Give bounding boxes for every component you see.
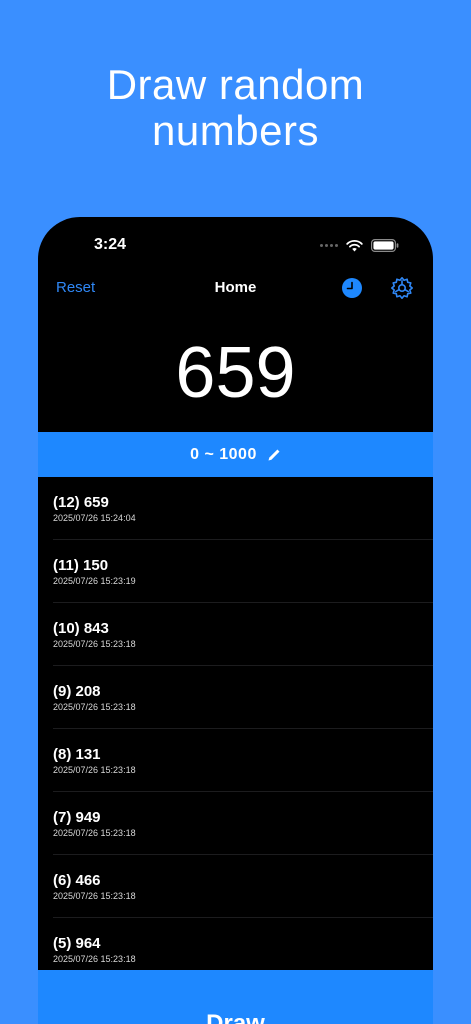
history-item-timestamp: 2025/07/26 15:23:18 [53, 765, 136, 775]
list-item[interactable]: (9) 208 2025/07/26 15:23:18 [38, 666, 433, 729]
list-item[interactable]: (10) 843 2025/07/26 15:23:18 [38, 603, 433, 666]
history-item-label: (9) 208 [53, 683, 101, 700]
history-item-timestamp: 2025/07/26 15:24:04 [53, 513, 136, 523]
status-bar: 3:24 [38, 217, 433, 273]
history-item-label: (11) 150 [53, 557, 109, 574]
signal-icon [320, 244, 338, 247]
history-item-label: (6) 466 [53, 872, 101, 889]
history-item-timestamp: 2025/07/26 15:23:18 [53, 828, 136, 838]
list-item[interactable]: (11) 150 2025/07/26 15:23:19 [38, 540, 433, 603]
list-item[interactable]: (5) 964 2025/07/26 15:23:18 [38, 918, 433, 970]
list-item[interactable]: (7) 949 2025/07/26 15:23:18 [38, 792, 433, 855]
history-item-timestamp: 2025/07/26 15:23:18 [53, 954, 136, 964]
history-item-timestamp: 2025/07/26 15:23:19 [53, 576, 136, 586]
history-item-label: (7) 949 [53, 809, 101, 826]
range-label: 0 ~ 1000 [190, 445, 257, 463]
battery-icon [371, 239, 399, 252]
history-list[interactable]: (12) 659 2025/07/26 15:24:04 (11) 150 20… [38, 477, 433, 970]
wifi-icon [346, 239, 363, 251]
history-item-label: (12) 659 [53, 494, 109, 511]
draw-button[interactable]: Draw [38, 970, 433, 1024]
promo-headline-line-1: Draw random [106, 61, 365, 108]
promo-headline: Draw random numbers [0, 62, 471, 154]
phone-screen: 3:24 Reset Home 659 0 ~ 1000 (12) 659 20… [38, 217, 433, 1024]
status-indicators [320, 239, 399, 252]
range-edit-button[interactable]: 0 ~ 1000 [38, 432, 433, 477]
navigation-bar: Reset Home [38, 273, 433, 303]
history-item-timestamp: 2025/07/26 15:23:18 [53, 639, 136, 649]
history-item-timestamp: 2025/07/26 15:23:18 [53, 702, 136, 712]
history-item-label: (5) 964 [53, 935, 101, 952]
draw-button-label: Draw [206, 1010, 265, 1024]
status-time: 3:24 [94, 236, 127, 253]
history-item-label: (8) 131 [53, 746, 101, 763]
gear-icon[interactable] [390, 276, 414, 300]
history-item-label: (10) 843 [53, 620, 109, 637]
list-item[interactable]: (12) 659 2025/07/26 15:24:04 [38, 477, 433, 540]
list-item[interactable]: (6) 466 2025/07/26 15:23:18 [38, 855, 433, 918]
current-number: 659 [175, 333, 296, 413]
pencil-icon [268, 449, 280, 460]
promo-headline-line-2: numbers [152, 107, 319, 154]
reset-button[interactable]: Reset [56, 279, 95, 296]
page-title: Home [214, 279, 257, 296]
history-item-timestamp: 2025/07/26 15:23:18 [53, 891, 136, 901]
clock-icon[interactable] [341, 277, 363, 299]
list-item[interactable]: (8) 131 2025/07/26 15:23:18 [38, 729, 433, 792]
